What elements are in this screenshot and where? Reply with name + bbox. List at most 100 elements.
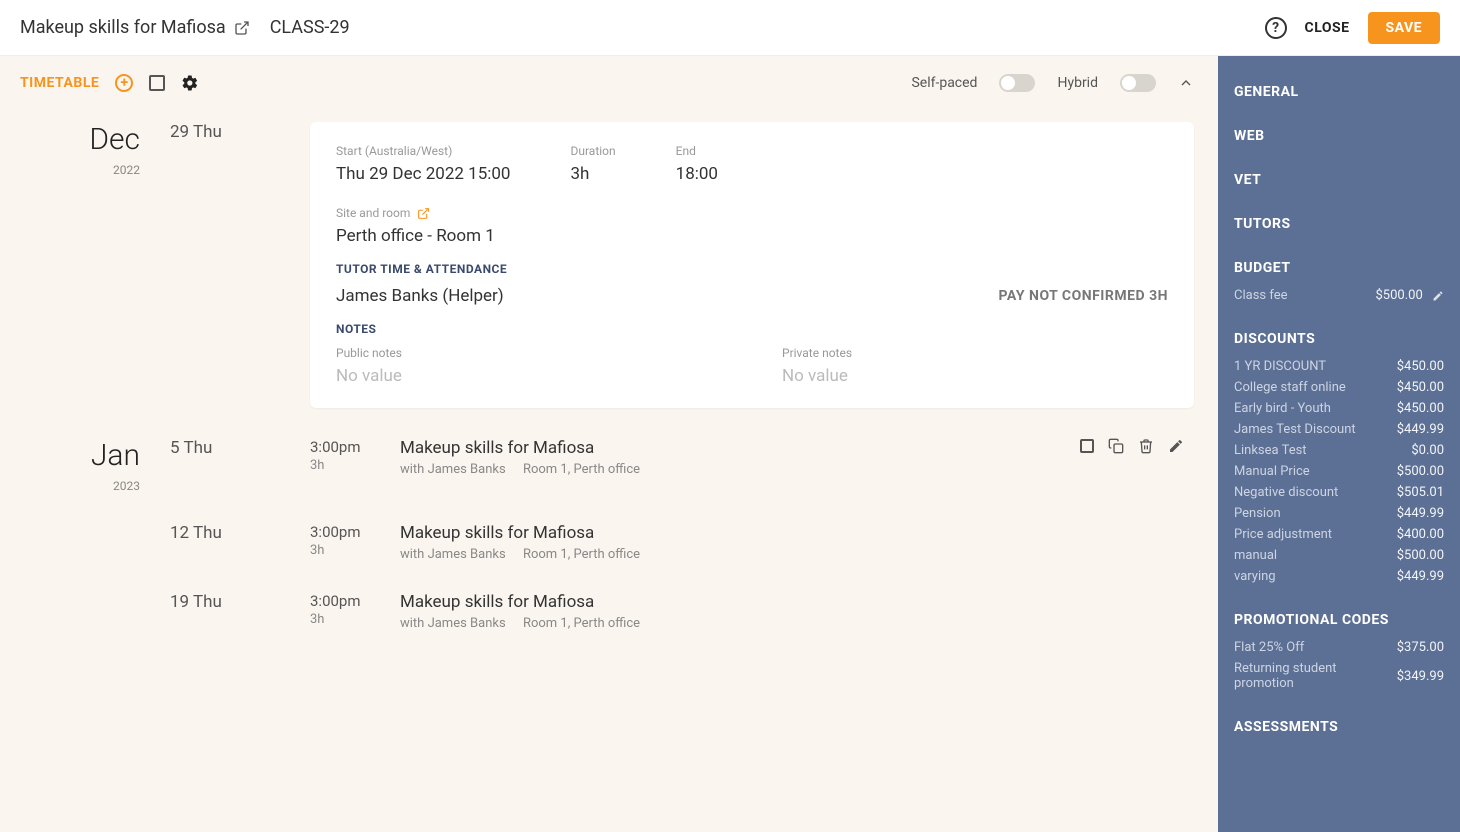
discount-name: 1 YR DISCOUNT [1234,359,1326,374]
discount-name: varying [1234,569,1276,584]
discount-row[interactable]: Manual Price $500.00 [1234,464,1444,479]
date-label: 12 Thu [170,523,290,562]
discount-name: James Test Discount [1234,422,1356,437]
edit-icon[interactable] [1432,290,1444,302]
promo-value: $349.99 [1397,669,1444,684]
copy-icon[interactable] [1108,438,1124,454]
discount-value: $449.99 [1397,569,1444,584]
discount-row[interactable]: Early bird - Youth$450.00 [1234,401,1444,416]
sidebar-item-vet[interactable]: VET [1234,172,1444,188]
timetable-label: TIMETABLE [20,75,99,91]
edit-icon[interactable] [1168,438,1184,454]
month-label: Jan [20,438,150,473]
select-all-checkbox[interactable] [149,75,165,91]
class-fee-row[interactable]: Class fee $500.00 [1234,288,1444,303]
discount-row[interactable]: Linksea Test$0.00 [1234,443,1444,458]
select-row-checkbox[interactable] [1080,439,1094,453]
toolbar-left: TIMETABLE + [20,74,199,92]
discount-value: $400.00 [1397,527,1444,542]
promo-value: $375.00 [1397,640,1444,655]
discount-row[interactable]: 1 YR DISCOUNT$450.00 [1234,359,1444,374]
add-session-icon[interactable]: + [115,74,133,92]
discount-row[interactable]: Pension$449.99 [1234,506,1444,521]
session-room: Room 1, Perth office [509,616,640,631]
session-title: Makeup skills for Mafiosa [400,523,640,543]
class-fee-value: $500.00 [1376,288,1423,303]
page-title-text: Makeup skills for Mafiosa [20,17,226,38]
session-card-expanded[interactable]: Start (Australia/West) Thu 29 Dec 2022 1… [310,122,1194,408]
discount-row[interactable]: varying $449.99 [1234,569,1444,584]
header-left: Makeup skills for Mafiosa CLASS-29 [20,17,350,38]
tutor-row: James Banks (Helper) PAY NOT CONFIRMED 3… [336,286,1168,306]
header-right: ? CLOSE SAVE [1265,12,1440,44]
class-fee-label: Class fee [1234,288,1288,303]
session-row[interactable]: 3:00pm 3h Makeup skills for Mafiosa with… [310,592,1194,631]
toolbar-right: Self-paced Hybrid [911,74,1194,92]
sidebar-item-budget[interactable]: BUDGET [1234,260,1444,276]
session-row[interactable]: 3:00pm 3h Makeup skills for Mafiosa with… [310,523,1194,562]
row-actions [1080,438,1184,454]
session-time: 3:00pm [310,592,380,610]
start-value: Thu 29 Dec 2022 15:00 [336,164,510,184]
sidebar-item-discounts[interactable]: DISCOUNTS [1234,331,1444,347]
duration-label: Duration [570,144,615,158]
session-title: Makeup skills for Mafiosa [400,438,640,458]
session-tutor: with James Banks [400,462,506,477]
discount-row[interactable]: James Test Discount $449.99 [1234,422,1444,437]
tutor-name: James Banks (Helper) [336,286,504,306]
discount-value: $500.00 [1397,464,1444,479]
discount-name: Manual Price [1234,464,1310,479]
sidebar: GENERAL WEB VET TUTORS BUDGET Class fee … [1218,56,1460,832]
discount-name: Early bird - Youth [1234,401,1331,416]
session-tutor: with James Banks [400,616,506,631]
session-room: Room 1, Perth office [509,462,640,477]
private-notes-value[interactable]: No value [782,366,1168,386]
discount-name: College staff online [1234,380,1346,395]
hybrid-toggle[interactable] [1120,74,1156,92]
sidebar-item-promo[interactable]: PROMOTIONAL CODES [1234,612,1444,628]
session-tutor: with James Banks [400,547,506,562]
sidebar-item-assessments[interactable]: ASSESSMENTS [1234,719,1444,735]
sidebar-item-web[interactable]: WEB [1234,128,1444,144]
end-value: 18:00 [676,164,718,184]
save-button[interactable]: SAVE [1368,12,1441,44]
session-room: Room 1, Perth office [509,547,640,562]
self-paced-toggle[interactable] [999,74,1035,92]
chevron-up-icon[interactable] [1178,75,1194,91]
year-label: 2023 [20,479,150,493]
public-notes-value[interactable]: No value [336,366,722,386]
month-block: Dec 2022 [20,122,150,408]
discount-name: Pension [1234,506,1281,521]
duration-value: 3h [570,164,615,184]
session-time: 3:00pm [310,438,380,456]
gear-icon[interactable] [181,74,199,92]
sidebar-item-tutors[interactable]: TUTORS [1234,216,1444,232]
discount-row[interactable]: manual$500.00 [1234,548,1444,563]
help-icon[interactable]: ? [1265,17,1287,39]
discount-value: $449.99 [1397,422,1444,437]
timeline: Dec 2022 29 Thu Start (Australia/West) T… [20,122,1194,631]
delete-icon[interactable] [1138,438,1154,454]
discount-name: Negative discount [1234,485,1338,500]
discount-value: $505.01 [1397,485,1444,500]
page-title: Makeup skills for Mafiosa [20,17,250,38]
discount-row[interactable]: Negative discount $505.01 [1234,485,1444,500]
sidebar-item-general[interactable]: GENERAL [1234,84,1444,100]
date-label: 29 Thu [170,122,290,408]
promo-row[interactable]: Returning student promotion $349.99 [1234,661,1444,691]
notes-section-header: NOTES [336,322,1168,336]
open-external-icon[interactable] [234,20,250,36]
open-external-icon[interactable] [417,207,430,220]
promo-name: Returning student promotion [1234,661,1374,691]
promo-row[interactable]: Flat 25% Off$375.00 [1234,640,1444,655]
session-duration: 3h [310,543,380,558]
session-row[interactable]: 3:00pm 3h Makeup skills for Mafiosa with… [310,438,1194,493]
discount-row[interactable]: Price adjustment$400.00 [1234,527,1444,542]
self-paced-label: Self-paced [911,75,977,91]
session-time: 3:00pm [310,523,380,541]
close-button[interactable]: CLOSE [1305,20,1350,36]
editor-header: Makeup skills for Mafiosa CLASS-29 ? CLO… [0,0,1460,56]
end-label: End [676,144,718,158]
hybrid-label: Hybrid [1057,75,1098,91]
discount-row[interactable]: College staff online$450.00 [1234,380,1444,395]
